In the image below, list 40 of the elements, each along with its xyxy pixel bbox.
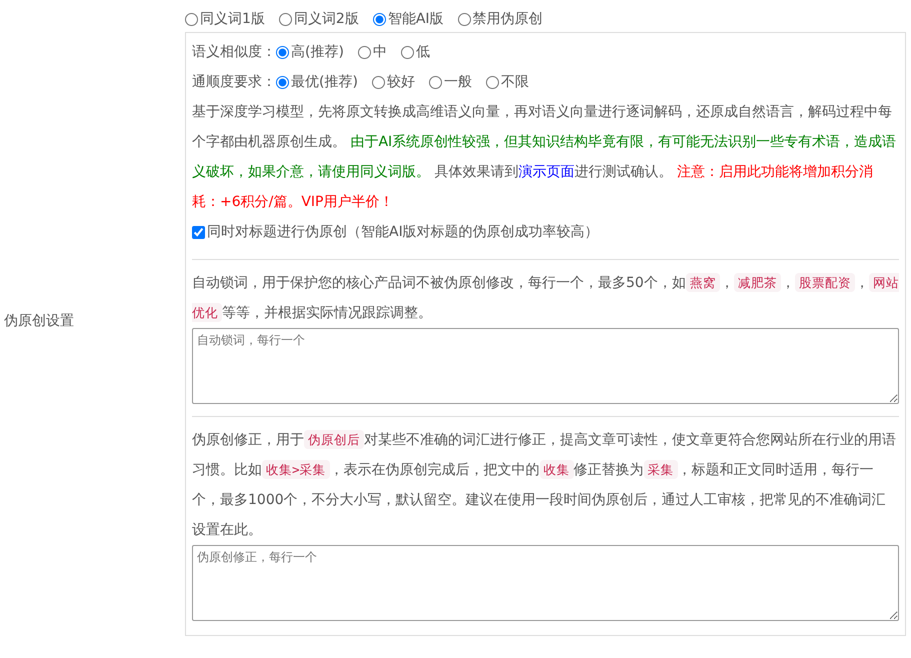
field-label: 通顺度要求： <box>192 73 276 92</box>
option-label: 中 <box>372 43 387 62</box>
option-label: 禁用伪原创 <box>472 10 543 28</box>
checkbox[interactable] <box>192 226 205 238</box>
option-label: 较好 <box>386 73 415 92</box>
radio-button[interactable] <box>372 12 386 26</box>
option-label: 一般 <box>444 73 472 92</box>
option-label: 高(推荐) <box>291 43 344 62</box>
keyword-tag: 采集 <box>644 460 678 479</box>
keyword-tag: 伪原创后 <box>304 430 364 449</box>
lock-words-description: 自动锁词，用于保护您的核心产品词不被伪原创修改，每行一个，最多50个，如 燕窝 ， 减肥茶 ， 股票配资 ， 网站优化 等等，并根据实际情况跟踪调整。 <box>192 272 899 324</box>
radio-button[interactable] <box>358 46 371 58</box>
corrections-description: 伪原创修正，用于 伪原创后 对某些不准确的词汇进行修正，提高文章可读性，使文章更符合您网站所在行业的用语习惯。比如 收集>采集 ，表示在伪原创完成后，把文中的 收集 修正替换为 采集 ，标题和正文同时适用，每行一个，最多1000个，不分大小写，默认留空。建议在使用一段时间伪原创后，通过人工审核，把常见的不准确词汇设置在此。 <box>192 429 897 540</box>
ai-description: 基于深度学习模型，先将原文转换成高维语义向量，再对语义向量进行逐词解码，还原成自然语言，解码过程中每个字都由机器原创生成。 由于AI系统原创性较强，但其知识结构毕竟有限，有可能无法识别一些专有术语，造成语义破坏，如果介意，请使用同义词版。 具体效果请到演示页面进行测试确认。 注意：启用此功能将增加积分消耗：+6积分/篇。VIP用户半价！ <box>192 103 898 212</box>
radio-button[interactable] <box>400 46 414 58</box>
lock-words-field[interactable]: 自动锁词，每行一个 <box>192 328 899 404</box>
keyword-tag: 收集 <box>540 460 574 479</box>
option-label: 同义词1版 <box>200 10 265 28</box>
keyword-tag: 股票配资 <box>794 273 855 292</box>
radio-button[interactable] <box>458 12 471 26</box>
radio-button[interactable] <box>276 76 289 88</box>
radio-button[interactable] <box>185 12 198 26</box>
option-label: 低 <box>416 43 430 62</box>
option-label: 智能AI版 <box>388 10 444 28</box>
option-label: 不限 <box>500 73 529 92</box>
keyword-tag: 收集>采集 <box>262 460 330 479</box>
radio-button[interactable] <box>372 76 385 88</box>
option-label: 最优(推荐) <box>291 73 358 92</box>
radio-button[interactable] <box>486 76 499 88</box>
corrections-field[interactable]: 伪原创修正，每行一个 <box>192 545 899 621</box>
field-label: 语义相似度： <box>192 43 276 62</box>
keyword-tag: 减肥茶 <box>734 273 781 292</box>
demo-page-link[interactable]: 演示页面 <box>518 164 574 180</box>
radio-button[interactable] <box>276 46 289 58</box>
radio-button[interactable] <box>428 76 442 88</box>
section-label: 伪原创设置 <box>4 312 74 330</box>
checkbox-label: 同时对标题进行伪原创（智能AI版对标题的伪原创成功率较高） <box>207 223 599 242</box>
option-label: 同义词2版 <box>294 10 359 28</box>
keyword-tag: 燕窝 <box>686 273 720 292</box>
radio-button[interactable] <box>278 12 292 26</box>
